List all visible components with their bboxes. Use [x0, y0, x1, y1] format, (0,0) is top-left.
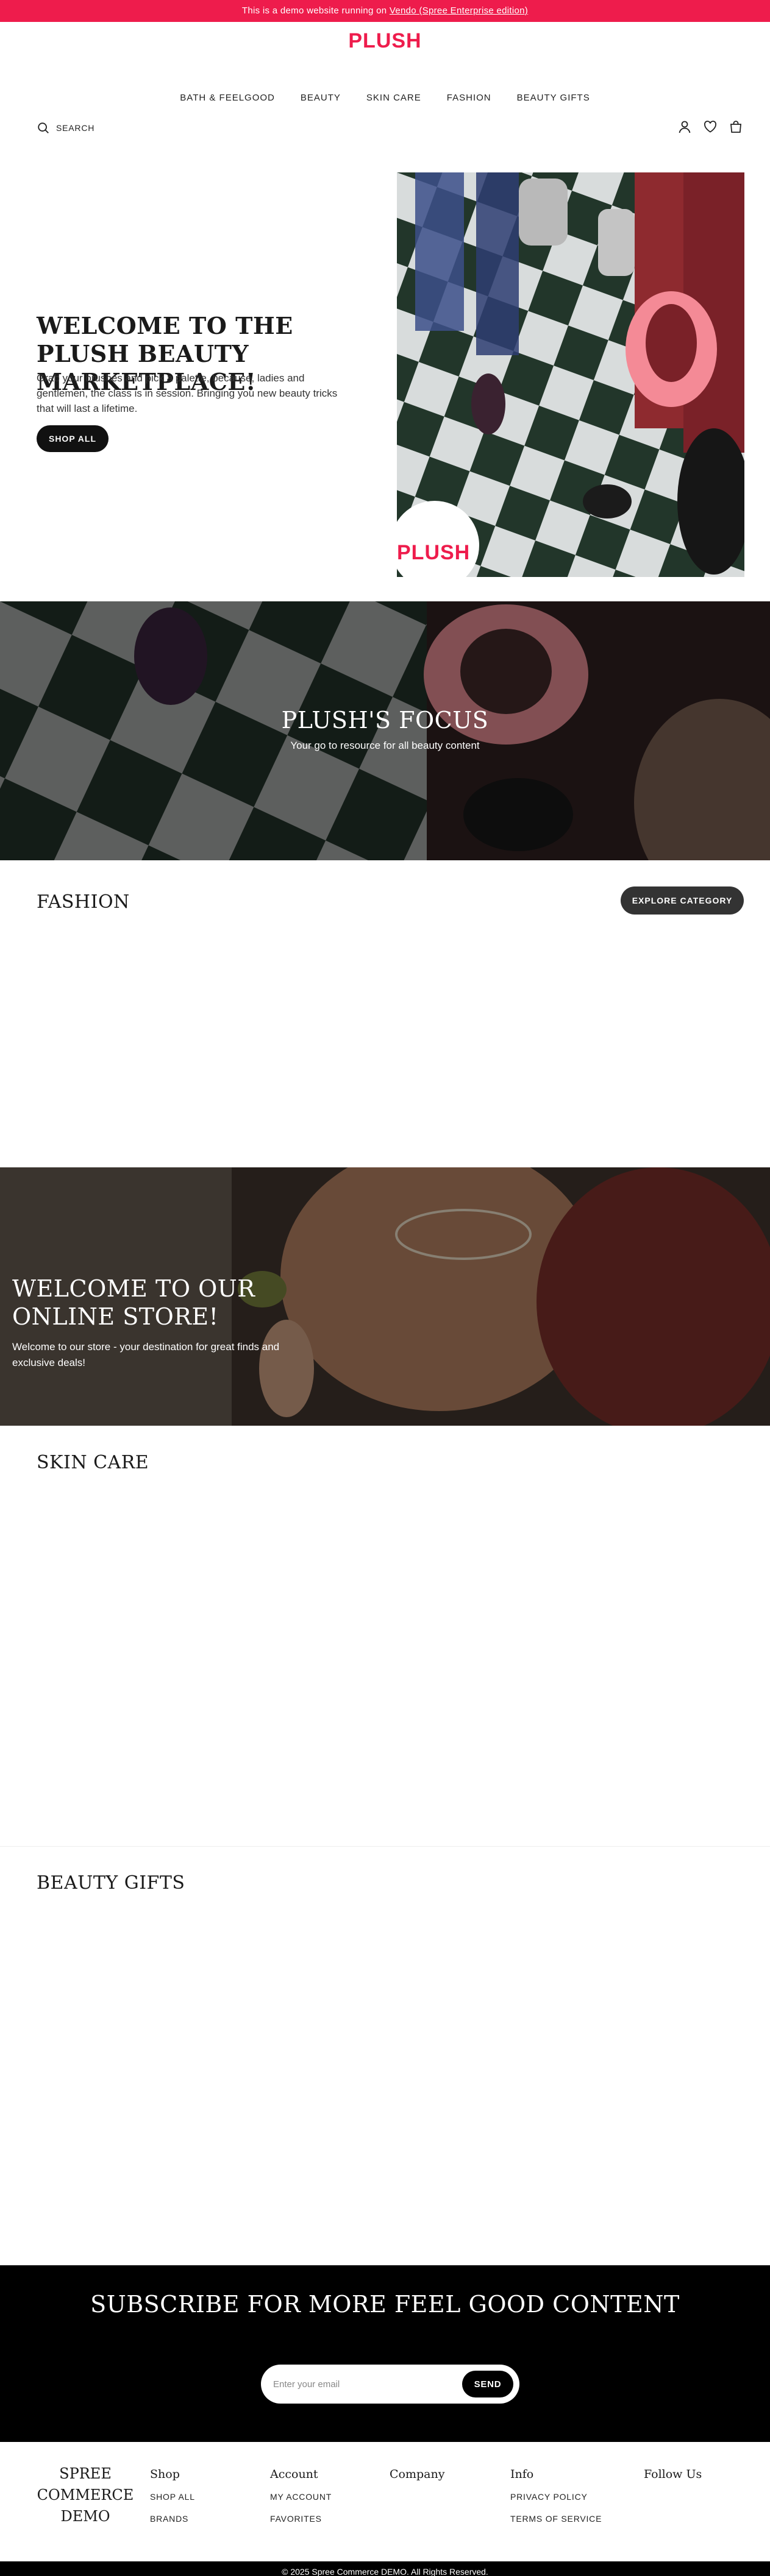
footer-column-title-shop: Shop [150, 2468, 180, 2481]
heart-icon[interactable] [703, 119, 718, 134]
hero-badge-logo: PLUSH [397, 541, 471, 564]
store-banner-title: WELCOME TO OUR ONLINE STORE! [12, 1275, 255, 1330]
hero-description: Grab your brushes and pick a palette, be… [37, 372, 338, 414]
nav-item-beauty-gifts[interactable]: BEAUTY GIFTS [517, 93, 590, 103]
subscribe-title: SUBSCRIBE FOR MORE FEEL GOOD CONTENT [90, 2291, 680, 2318]
account-icon[interactable] [677, 119, 692, 134]
copyright-bar: © 2025 Spree Commerce DEMO. All Rights R… [0, 2561, 770, 2576]
footer-column-title-info: Info [510, 2468, 534, 2481]
search-trigger[interactable]: SEARCH [37, 121, 94, 135]
bag-icon[interactable] [729, 119, 743, 134]
footer-column-title-company: Company [390, 2468, 445, 2481]
nav-item-skin-care[interactable]: SKIN CARE [366, 93, 421, 103]
announcement-text: This is a demo website running on [241, 5, 390, 16]
footer-link-shop-all[interactable]: SHOP ALL [150, 2492, 195, 2502]
footer-column-title-account: Account [270, 2468, 318, 2481]
nav-item-bath-feelgood[interactable]: BATH & FEELGOOD [180, 93, 275, 103]
focus-banner-subtitle: Your go to resource for all beauty conte… [290, 740, 480, 751]
store-banner-description: Welcome to our store - your destination … [12, 1341, 280, 1368]
site-logo[interactable]: PLUSH [0, 29, 770, 53]
explore-category-button[interactable]: EXPLORE CATEGORY [621, 886, 744, 915]
announcement-bar: This is a demo website running on Vendo … [0, 0, 770, 22]
footer-link-favorites[interactable]: FAVORITES [270, 2514, 322, 2524]
search-icon [37, 121, 50, 135]
footer-link-privacy-policy[interactable]: PRIVACY POLICY [510, 2492, 588, 2502]
nav-item-beauty[interactable]: BEAUTY [301, 93, 341, 103]
announcement-link[interactable]: Vendo (Spree Enterprise edition) [390, 5, 528, 16]
footer-column-title-follow-us: Follow Us [644, 2468, 702, 2481]
subscribe-form: SEND [261, 2365, 519, 2404]
footer-link-terms-of-service[interactable]: TERMS OF SERVICE [510, 2514, 602, 2524]
beauty-gifts-section-title: BEAUTY GIFTS [37, 1872, 185, 1894]
footer-brand: SPREE COMMERCE DEMO [37, 2465, 134, 2525]
footer-link-brands[interactable]: BRANDS [150, 2514, 188, 2524]
footer-link-my-account[interactable]: MY ACCOUNT [270, 2492, 332, 2502]
section-divider [0, 1846, 770, 1847]
send-button[interactable]: SEND [462, 2371, 513, 2397]
copyright-text: © 2025 Spree Commerce DEMO. All Rights R… [282, 2567, 488, 2576]
search-label: SEARCH [56, 123, 95, 133]
header-actions [677, 119, 743, 134]
fashion-section-title: FASHION [37, 891, 130, 913]
shop-all-button[interactable]: SHOP ALL [37, 425, 109, 452]
focus-banner-title: PLUSH'S FOCUS [281, 707, 489, 734]
skin-care-section-title: SKIN CARE [37, 1452, 149, 1473]
main-nav: BATH & FEELGOOD BEAUTY SKIN CARE FASHION… [0, 93, 770, 103]
email-input[interactable] [273, 2374, 450, 2394]
nav-item-fashion[interactable]: FASHION [447, 93, 491, 103]
